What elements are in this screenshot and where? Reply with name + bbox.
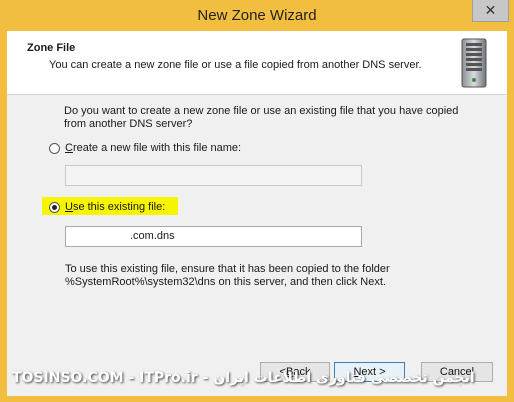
page-subtitle: You can create a new zone file or use a … <box>49 59 422 71</box>
create-new-radio[interactable] <box>49 142 60 154</box>
close-button[interactable]: ✕ <box>472 0 509 22</box>
wizard-client-area: Zone File You can create a new zone file… <box>7 31 507 396</box>
info-text: To use this existing file, ensure that i… <box>65 263 390 288</box>
title-bar: New Zone Wizard ✕ <box>0 0 514 31</box>
use-existing-file-option[interactable]: Use this existing file: <box>49 201 165 213</box>
existing-file-value: .com.dns <box>130 230 175 242</box>
use-existing-radio[interactable] <box>49 201 60 213</box>
create-new-label: Create a new file with this file name: <box>65 142 242 154</box>
new-file-name-input[interactable] <box>65 165 362 186</box>
existing-file-input[interactable]: .com.dns <box>65 226 362 247</box>
create-new-file-option[interactable]: Create a new file with this file name: <box>49 142 241 154</box>
server-icon <box>461 38 487 88</box>
use-existing-label: Use this existing file: <box>65 201 166 213</box>
close-icon: ✕ <box>484 2 497 18</box>
page-title: Zone File <box>27 42 76 54</box>
question-text: Do you want to create a new zone file or… <box>64 105 459 130</box>
wizard-header: Zone File You can create a new zone file… <box>7 31 507 95</box>
window-title: New Zone Wizard <box>197 7 317 24</box>
watermark: TOSINSO.COM - ITPro.ir - انجمن تخصصی فنا… <box>12 370 475 386</box>
